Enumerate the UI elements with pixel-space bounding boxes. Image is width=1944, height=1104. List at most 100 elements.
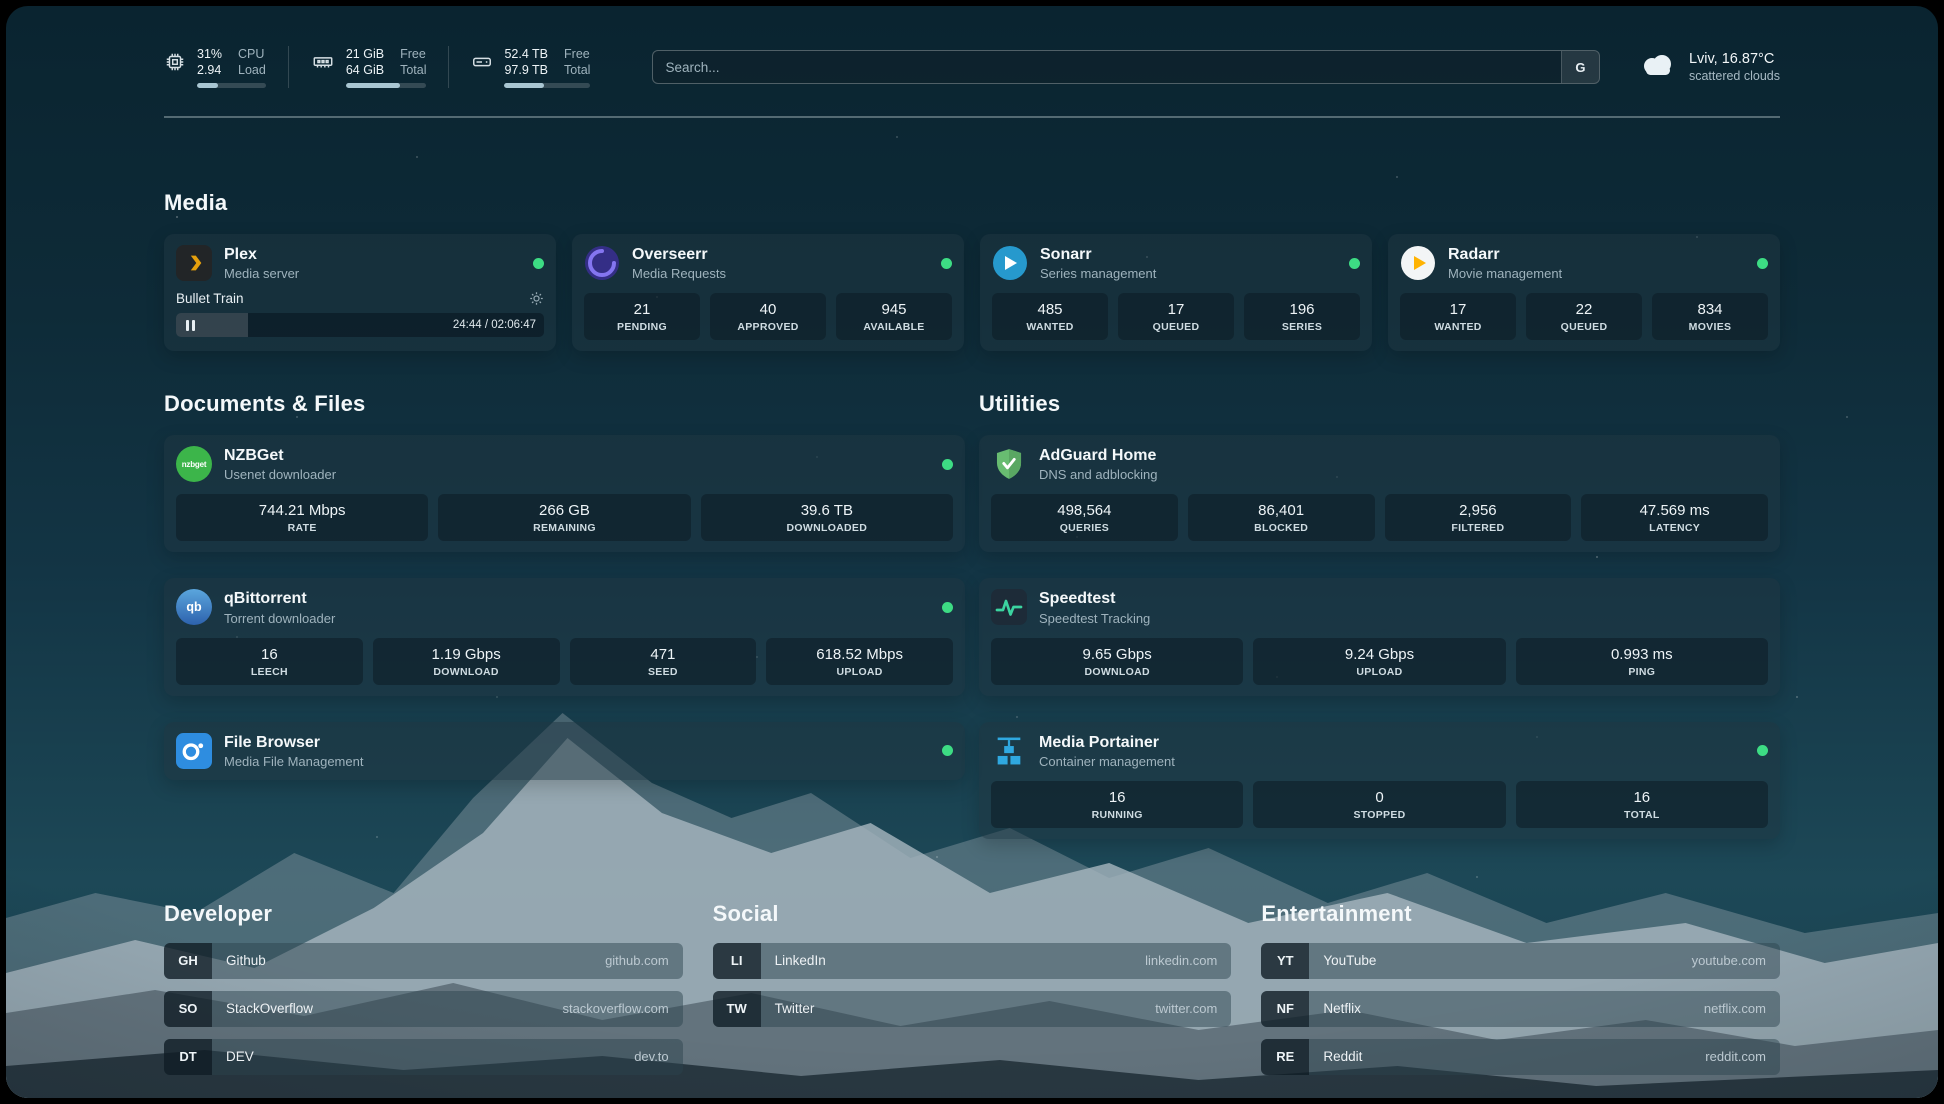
- stat-queued: 22 QUEUED: [1526, 293, 1642, 340]
- stat-label: BLOCKED: [1192, 522, 1371, 534]
- service-name: Sonarr: [1040, 245, 1156, 264]
- stat-value: 21: [588, 301, 696, 318]
- stat-value: 0.993 ms: [1520, 646, 1764, 663]
- service-card-filebrowser: File Browser Media File Management: [164, 722, 965, 780]
- bookmark-twitter[interactable]: TW Twitter twitter.com: [713, 991, 1232, 1027]
- stat-value: 16: [995, 789, 1239, 806]
- service-card-portainer: Media Portainer Container management 16 …: [979, 722, 1780, 839]
- bookmark-url: stackoverflow.com: [562, 991, 682, 1027]
- service-card-plex: Plex Media server Bullet Train: [164, 234, 556, 351]
- cloud-icon: [1638, 52, 1676, 83]
- social-bookmarks: Social LI LinkedIn linkedin.com TW Twitt…: [713, 901, 1232, 1087]
- search-provider-button[interactable]: G: [1561, 51, 1599, 83]
- service-link-nzbget[interactable]: nzbget NZBGet Usenet downloader: [176, 446, 953, 482]
- bookmark-linkedin[interactable]: LI LinkedIn linkedin.com: [713, 943, 1232, 979]
- bookmark-abbr: TW: [713, 991, 761, 1027]
- cpu-label-bottom: Load: [238, 62, 266, 78]
- bookmark-abbr: SO: [164, 991, 212, 1027]
- qbittorrent-icon: qb: [176, 589, 212, 625]
- service-name: qBittorrent: [224, 589, 335, 608]
- service-link-filebrowser[interactable]: File Browser Media File Management: [176, 733, 953, 769]
- section-title-developer: Developer: [164, 901, 683, 927]
- stat-value: 17: [1404, 301, 1512, 318]
- plex-progress-bar[interactable]: 24:44 / 02:06:47: [176, 313, 544, 337]
- service-link-qbittorrent[interactable]: qb qBittorrent Torrent downloader: [176, 589, 953, 625]
- disk-icon: [471, 51, 493, 78]
- utilities-section: Utilities AdGuard Home: [979, 391, 1780, 839]
- weather-location-temp: Lviv, 16.87°C: [1689, 51, 1780, 67]
- status-dot: [942, 459, 953, 470]
- stat-label: DOWNLOAD: [377, 666, 556, 678]
- memory-progress-bar: [346, 83, 427, 88]
- status-dot: [942, 745, 953, 756]
- stat-upload: 9.24 Gbps UPLOAD: [1253, 638, 1505, 685]
- service-link-radarr[interactable]: Radarr Movie management: [1400, 245, 1768, 281]
- section-title-social: Social: [713, 901, 1232, 927]
- bookmark-reddit[interactable]: RE Reddit reddit.com: [1261, 1039, 1780, 1075]
- documents-section: Documents & Files nzbget NZBGet Usenet d…: [164, 391, 965, 839]
- stat-filtered: 2,956 FILTERED: [1385, 494, 1572, 541]
- cpu-widget: 31% 2.94 CPU Load: [164, 46, 288, 89]
- stat-label: RATE: [180, 522, 424, 534]
- bookmark-url: github.com: [605, 943, 683, 979]
- service-link-speedtest[interactable]: Speedtest Speedtest Tracking: [991, 589, 1768, 625]
- pause-button[interactable]: [184, 318, 197, 333]
- now-playing: Bullet Train 24:44 / 02:06:47: [176, 291, 544, 337]
- memory-icon: [311, 51, 335, 78]
- cpu-load: 2.94: [197, 62, 222, 78]
- stat-label: LEECH: [180, 666, 359, 678]
- section-title-entertainment: Entertainment: [1261, 901, 1780, 927]
- stat-stopped: 0 STOPPED: [1253, 781, 1505, 828]
- bookmark-dev[interactable]: DT DEV dev.to: [164, 1039, 683, 1075]
- stat-value: 744.21 Mbps: [180, 502, 424, 519]
- top-bar: 31% 2.94 CPU Load: [164, 38, 1780, 96]
- stat-label: STOPPED: [1257, 809, 1501, 821]
- gear-icon[interactable]: [529, 291, 544, 306]
- stat-label: UPLOAD: [1257, 666, 1501, 678]
- service-desc: Speedtest Tracking: [1039, 611, 1150, 626]
- stat-label: DOWNLOAD: [995, 666, 1239, 678]
- bookmark-name: LinkedIn: [761, 943, 1145, 979]
- bookmark-netflix[interactable]: NF Netflix netflix.com: [1261, 991, 1780, 1027]
- service-desc: DNS and adblocking: [1039, 467, 1158, 482]
- now-playing-title: Bullet Train: [176, 291, 244, 306]
- stat-value: 40: [714, 301, 822, 318]
- cpu-progress-bar: [197, 83, 266, 88]
- search-input[interactable]: [653, 51, 1561, 83]
- stat-label: QUERIES: [995, 522, 1174, 534]
- service-card-radarr: Radarr Movie management 17 WANTED 22 QUE…: [1388, 234, 1780, 351]
- bookmark-name: Github: [212, 943, 605, 979]
- stat-value: 16: [1520, 789, 1764, 806]
- stat-running: 16 RUNNING: [991, 781, 1243, 828]
- bookmark-youtube[interactable]: YT YouTube youtube.com: [1261, 943, 1780, 979]
- service-card-qbittorrent: qb qBittorrent Torrent downloader 16 LEE…: [164, 578, 965, 695]
- service-link-overseerr[interactable]: Overseerr Media Requests: [584, 245, 952, 281]
- service-desc: Movie management: [1448, 266, 1562, 281]
- service-link-portainer[interactable]: Media Portainer Container management: [991, 733, 1768, 769]
- nzbget-icon: nzbget: [176, 446, 212, 482]
- service-link-adguard[interactable]: AdGuard Home DNS and adblocking: [991, 446, 1768, 482]
- stat-pending: 21 PENDING: [584, 293, 700, 340]
- service-desc: Series management: [1040, 266, 1156, 281]
- service-card-sonarr: Sonarr Series management 485 WANTED 17 Q…: [980, 234, 1372, 351]
- stat-value: 945: [840, 301, 948, 318]
- stat-label: WANTED: [1404, 321, 1512, 333]
- stat-value: 86,401: [1192, 502, 1371, 519]
- memory-widget: 21 GiB 64 GiB Free Total: [288, 46, 449, 89]
- bookmark-stackoverflow[interactable]: SO StackOverflow stackoverflow.com: [164, 991, 683, 1027]
- status-dot: [533, 258, 544, 269]
- bookmark-name: StackOverflow: [212, 991, 562, 1027]
- stat-value: 618.52 Mbps: [770, 646, 949, 663]
- disk-label-top: Free: [564, 46, 590, 62]
- stat-label: SEED: [574, 666, 753, 678]
- service-link-plex[interactable]: Plex Media server: [176, 245, 544, 281]
- stat-value: 485: [996, 301, 1104, 318]
- bookmark-url: dev.to: [634, 1039, 682, 1075]
- stat-wanted: 17 WANTED: [1400, 293, 1516, 340]
- service-link-sonarr[interactable]: Sonarr Series management: [992, 245, 1360, 281]
- service-name: Radarr: [1448, 245, 1562, 264]
- stat-label: MOVIES: [1656, 321, 1764, 333]
- bookmark-github[interactable]: GH Github github.com: [164, 943, 683, 979]
- service-name: Plex: [224, 245, 299, 264]
- service-desc: Usenet downloader: [224, 467, 336, 482]
